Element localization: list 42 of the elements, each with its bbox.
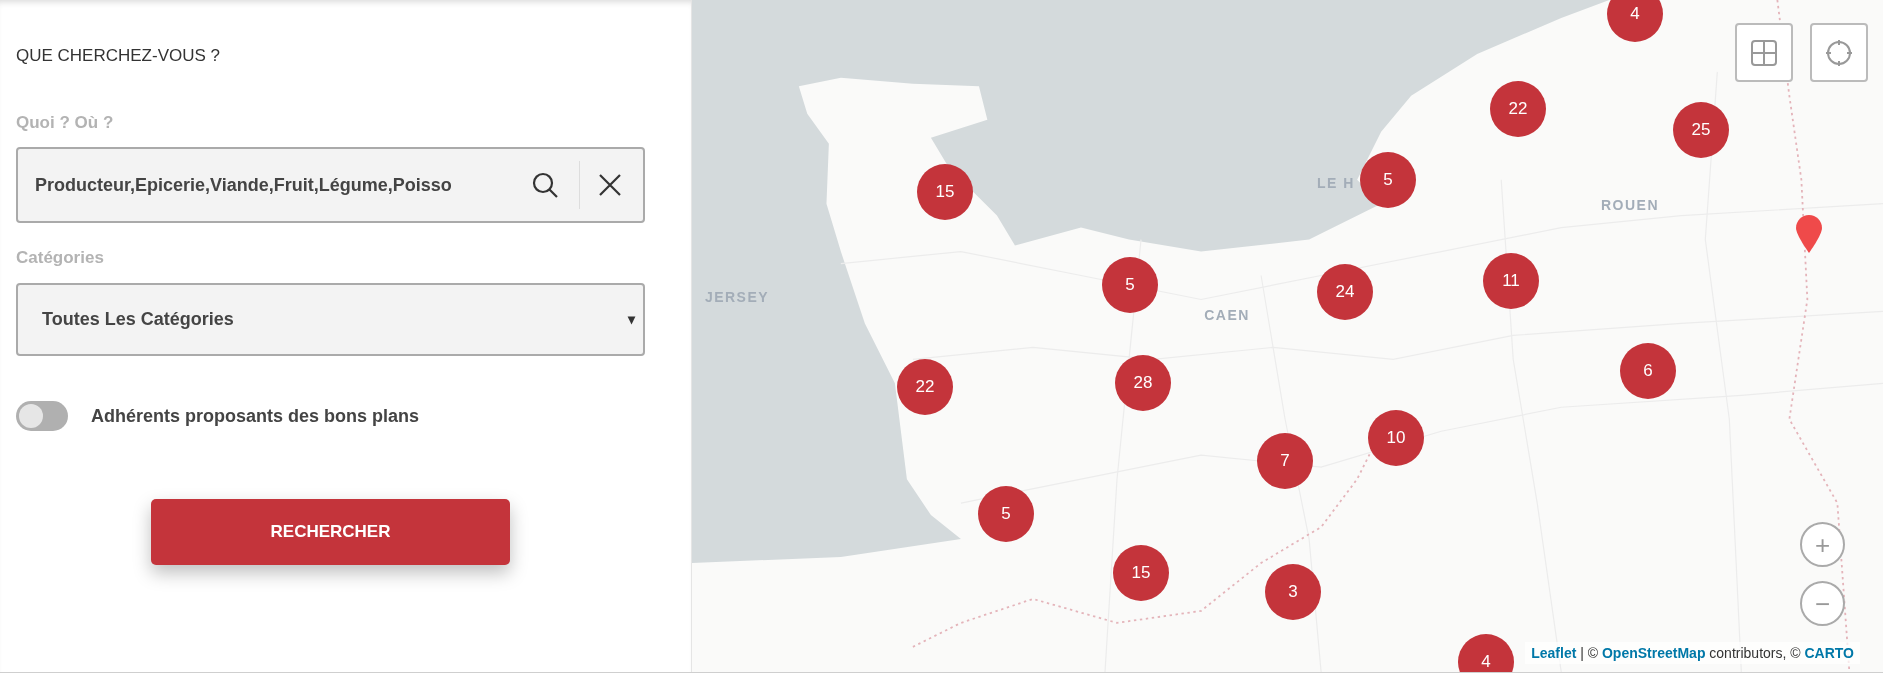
- attribution-link[interactable]: CARTO: [1804, 645, 1854, 661]
- panel-heading: QUE CHERCHEZ-VOUS ?: [16, 45, 221, 67]
- attribution-link[interactable]: OpenStreetMap: [1601, 645, 1706, 661]
- toggle-label: Adhérents proposants des bons plans: [91, 404, 420, 428]
- zoom-out-button[interactable]: −: [1800, 581, 1845, 626]
- field-label: Quoi ? Où ?: [16, 112, 114, 134]
- cluster-marker[interactable]: 7: [1257, 433, 1313, 489]
- cluster-marker[interactable]: 5: [1102, 257, 1158, 313]
- cluster-marker[interactable]: 5: [978, 486, 1034, 542]
- locate-button[interactable]: [1810, 23, 1868, 82]
- category-select[interactable]: Toutes Les Catégories ▾: [16, 283, 645, 356]
- search-button[interactable]: RECHERCHER: [151, 499, 510, 565]
- grid-icon: [1751, 39, 1777, 66]
- toggle-switch[interactable]: [16, 401, 68, 431]
- layers-button[interactable]: [1735, 23, 1793, 82]
- caret-icon: ▾: [628, 309, 635, 330]
- field-label: Catégories: [16, 247, 104, 269]
- zoom-in-button[interactable]: +: [1800, 522, 1845, 567]
- place-label: ROUEN: [1600, 195, 1660, 215]
- cluster-marker[interactable]: 22: [897, 359, 953, 415]
- place-label: CAEN: [1204, 305, 1250, 325]
- cluster-marker[interactable]: 28: [1115, 355, 1171, 411]
- search-field[interactable]: Producteur,Epicerie,Viande,Fruit,Légume,Poisso: [16, 147, 645, 223]
- cluster-marker[interactable]: 11: [1483, 253, 1539, 309]
- map-attribution: Leaflet | © OpenStreetMap contributors, © CARTO: [1525, 642, 1860, 664]
- crosshair-icon: [1826, 39, 1852, 66]
- cluster-marker[interactable]: 15: [1113, 545, 1169, 601]
- map-pin-icon[interactable]: [1796, 215, 1822, 253]
- attribution-link[interactable]: Leaflet: [1531, 645, 1577, 661]
- cluster-marker[interactable]: 4: [1607, 0, 1663, 42]
- cluster-marker[interactable]: 25: [1673, 102, 1729, 158]
- cluster-marker[interactable]: 15: [917, 164, 973, 220]
- cluster-marker[interactable]: 24: [1317, 264, 1373, 320]
- cluster-marker[interactable]: 5: [1360, 152, 1416, 208]
- cluster-marker[interactable]: 6: [1620, 343, 1676, 399]
- search-icon[interactable]: [531, 171, 559, 199]
- field-value: Producteur,Epicerie,Viande,Fruit,Légume,Poisso: [35, 173, 453, 197]
- cluster-marker[interactable]: 3: [1265, 564, 1321, 620]
- close-icon[interactable]: [599, 174, 621, 196]
- cluster-marker[interactable]: 22: [1490, 81, 1546, 137]
- cluster-marker[interactable]: 4: [1458, 634, 1514, 672]
- cluster-marker[interactable]: 10: [1368, 410, 1424, 466]
